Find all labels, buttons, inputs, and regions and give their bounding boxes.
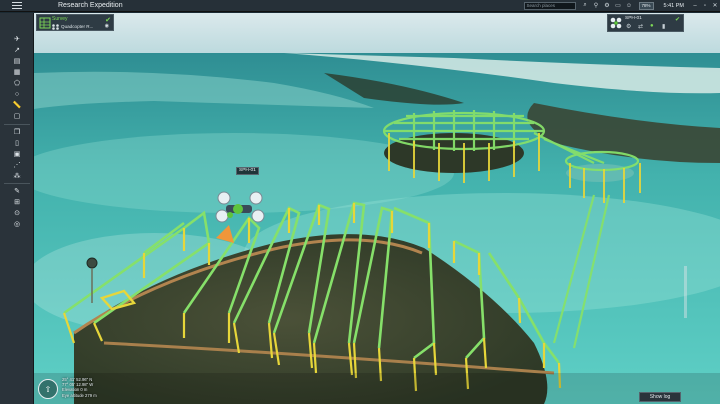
- compass-tool-icon[interactable]: ◎: [2, 219, 32, 229]
- search-icon[interactable]: ⌕: [581, 1, 590, 10]
- pin-icon[interactable]: ⚲: [592, 1, 601, 10]
- hamburger-icon: [12, 4, 22, 7]
- minimize-button[interactable]: –: [690, 3, 700, 9]
- camera-icon[interactable]: ▣: [2, 149, 32, 159]
- circle-icon[interactable]: ○: [2, 89, 32, 99]
- link-icon[interactable]: ⇄: [638, 23, 643, 30]
- pencil-icon[interactable]: ✎: [2, 186, 32, 196]
- checkmark-icon[interactable]: ✔: [675, 16, 680, 23]
- survey-vehicle-name: Quadcopter R...: [61, 23, 94, 29]
- polygon-icon[interactable]: ⬠: [2, 78, 32, 88]
- toolbar-divider: [4, 124, 30, 125]
- status-icon: ●: [650, 23, 654, 29]
- settings-icon[interactable]: ⚙: [626, 23, 631, 30]
- survey-grid-icon: [39, 17, 51, 29]
- battery-indicator: 78%: [638, 1, 654, 10]
- survey-panel[interactable]: Survey Quadcopter R... ✔ ◉: [36, 14, 114, 31]
- title-bar: Research Expedition Search places ⌕ ⚲ ⚙ …: [0, 0, 720, 12]
- settings-icon[interactable]: ⚙: [603, 1, 612, 10]
- plane-icon[interactable]: ✈: [2, 34, 32, 44]
- person-icon[interactable]: ☺: [625, 1, 634, 10]
- maximize-button[interactable]: ▫: [700, 3, 710, 9]
- layers-icon[interactable]: ▤: [2, 56, 32, 66]
- target-icon[interactable]: ⊙: [2, 208, 32, 218]
- nodes-icon[interactable]: ⁂: [2, 171, 32, 181]
- show-log-button[interactable]: Show log: [639, 392, 681, 402]
- doc-icon[interactable]: ▯: [2, 138, 32, 148]
- ruler-icon[interactable]: 📏: [2, 100, 32, 110]
- coordinates-readout: 25° 41' 52.96" N 77° 05' 12.98" W Elevat…: [62, 377, 97, 398]
- drone-label: SPH-01: [236, 167, 259, 175]
- app-title: Research Expedition: [58, 2, 123, 9]
- vehicle-name: SPH-01: [625, 16, 642, 21]
- stack-icon[interactable]: ❐: [2, 127, 32, 137]
- terrain-scene: [34, 13, 720, 404]
- square-icon[interactable]: ▢: [2, 111, 32, 121]
- compass-icon[interactable]: ⇧: [38, 379, 58, 399]
- battery-icon: ▮: [662, 24, 666, 30]
- search-input[interactable]: Search places: [523, 1, 576, 10]
- eye-icon[interactable]: ◉: [105, 23, 109, 29]
- left-toolbar: ✈ ↗ ▤ ▦ ⬠ ○ 📏 ▢ ❐ ▯ ▣ ⋰ ⁂ ✎ ⊞ ⊙ ◎: [0, 13, 34, 404]
- main-menu-button[interactable]: [0, 0, 34, 12]
- clock: 5:41 PM: [663, 2, 684, 9]
- vehicle-icon: [610, 17, 622, 29]
- chat-icon[interactable]: ▭: [614, 1, 623, 10]
- grid-icon[interactable]: ▦: [2, 67, 32, 77]
- quadcopter-icon: [52, 24, 59, 30]
- map-viewport[interactable]: [34, 13, 720, 404]
- waypoint-icon[interactable]: ⋰: [2, 160, 32, 170]
- measure-icon[interactable]: ⊞: [2, 197, 32, 207]
- route-icon[interactable]: ↗: [2, 45, 32, 55]
- vehicle-panel[interactable]: SPH-01 ⚙ ⇄ ● ▮ ✔: [607, 14, 684, 32]
- eye-altitude: Eye altitude 279 m: [62, 392, 97, 398]
- toolbar-divider: [4, 183, 30, 184]
- close-button[interactable]: ✕: [710, 2, 720, 9]
- survey-title: Survey: [52, 16, 68, 22]
